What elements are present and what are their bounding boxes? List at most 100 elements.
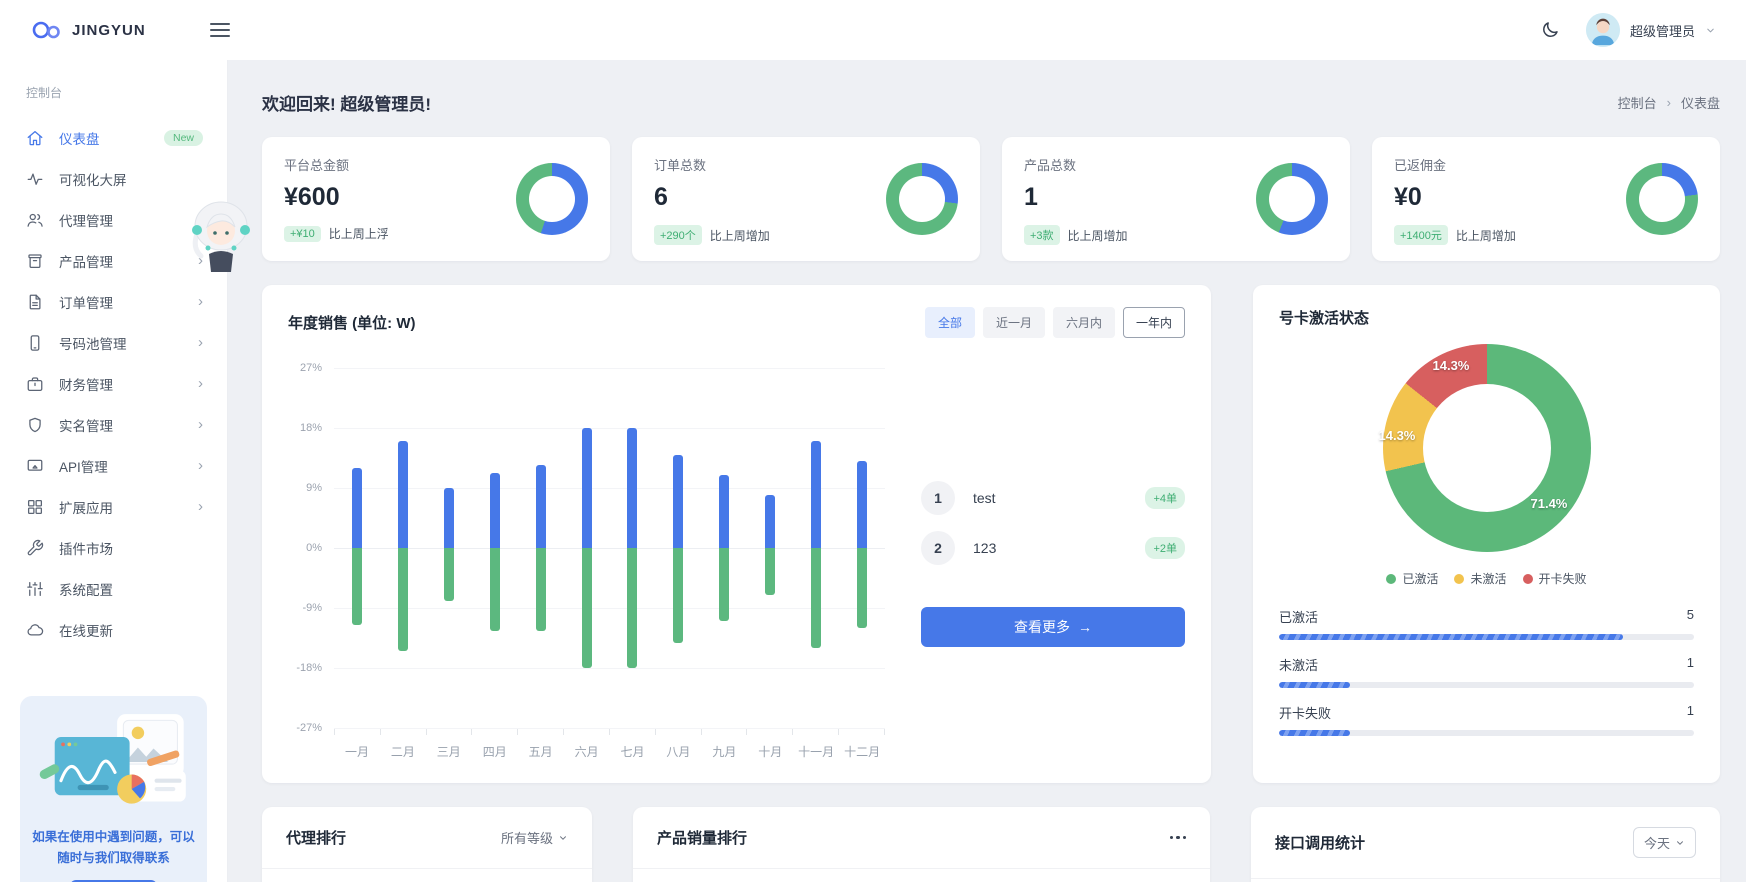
bar-一月 xyxy=(334,368,380,728)
help-card: 如果在使用中遇到问题，可以随时与我们取得联系 在线客服 xyxy=(20,696,207,882)
bar-八月 xyxy=(655,368,701,728)
chevron-down-icon xyxy=(1705,25,1716,36)
rank-row-test[interactable]: 1 test +4单 xyxy=(921,481,1185,515)
bar-九月 xyxy=(701,368,747,728)
hamburger-menu-icon[interactable] xyxy=(210,23,230,37)
top-navbar: JINGYUN 超级管理员 xyxy=(0,0,1746,60)
sidebar-item-在线更新[interactable]: 在线更新 xyxy=(0,609,227,650)
sidebar-section-label: 控制台 xyxy=(0,60,227,117)
sidebar-item-label: 产品管理 xyxy=(59,251,113,271)
api-period-select[interactable]: 今天 xyxy=(1633,827,1696,858)
chevron-down-icon xyxy=(558,833,568,843)
stat-change-badge: +3款 xyxy=(1024,225,1060,245)
sidebar-item-label: 系统配置 xyxy=(59,579,113,599)
rank-orders-badge: +2单 xyxy=(1145,537,1185,559)
monitor-icon xyxy=(26,457,44,475)
main-content: 欢迎回来! 超级管理员! 控制台›仪表盘 平台总金额 ¥600 +¥10 比上周… xyxy=(228,60,1746,882)
chart-plot xyxy=(334,368,885,728)
sidebar-item-API管理[interactable]: API管理› xyxy=(0,445,227,486)
card-agent-ranking: 代理排行 所有等级 W-CARP 惊云官方店铺 xyxy=(262,807,592,882)
stat-change-badge: +1400元 xyxy=(1394,225,1448,245)
bar-六月 xyxy=(564,368,610,728)
breadcrumb-item[interactable]: 控制台 xyxy=(1618,93,1657,112)
product-ranking-title: 产品销量排行 xyxy=(657,827,747,848)
chart-x-axis: 一月二月三月四月五月六月七月八月九月十月十一月十二月 xyxy=(334,735,885,760)
sidebar-item-订单管理[interactable]: 订单管理› xyxy=(0,281,227,322)
api-stats-title: 接口调用统计 xyxy=(1275,832,1365,853)
x-tick-label: 十二月 xyxy=(839,735,885,760)
rank-name: test xyxy=(973,490,1145,506)
brand-name: JINGYUN xyxy=(72,22,146,39)
progress-label: 开卡失败 xyxy=(1279,703,1331,722)
legend-dot-icon xyxy=(1454,574,1464,584)
y-tick-label: 9% xyxy=(306,482,322,494)
sidebar-item-label: 扩展应用 xyxy=(59,497,113,517)
stat-change-badge: +290个 xyxy=(654,225,702,245)
archive-icon xyxy=(26,252,44,270)
sales-ranking: 1 test +4单 2 123 +2单 查看更多 → xyxy=(885,368,1185,760)
sidebar-item-实名管理[interactable]: 实名管理› xyxy=(0,404,227,445)
legend-item-开卡失败[interactable]: 开卡失败 xyxy=(1523,570,1587,587)
new-badge: New xyxy=(164,130,203,146)
agent-level-filter[interactable]: 所有等级 xyxy=(501,828,568,847)
rank-list: 1 test +4单 2 123 +2单 xyxy=(921,481,1185,581)
activation-donut-wrap: 71.4%14.3%14.3% xyxy=(1383,344,1591,552)
sidebar-item-系统配置[interactable]: 系统配置 xyxy=(0,568,227,609)
x-tick-label: 十一月 xyxy=(793,735,839,760)
sidebar-item-扩展应用[interactable]: 扩展应用› xyxy=(0,486,227,527)
sidebar-item-号码池管理[interactable]: 号码池管理› xyxy=(0,322,227,363)
sales-tab-一年内[interactable]: 一年内 xyxy=(1123,307,1185,338)
y-tick-label: 0% xyxy=(306,542,322,554)
bar-四月 xyxy=(472,368,518,728)
bar-三月 xyxy=(426,368,472,728)
sales-tab-近一月[interactable]: 近一月 xyxy=(983,307,1045,338)
legend-item-未激活[interactable]: 未激活 xyxy=(1454,570,1506,587)
progress-bar xyxy=(1279,634,1694,640)
chart-y-axis: 27%18%9%0%-9%-18%-27% xyxy=(288,368,334,728)
agent-row[interactable]: W-CARP 惊云官方店铺 xyxy=(262,869,592,882)
legend-item-已激活[interactable]: 已激活 xyxy=(1386,570,1438,587)
chart-x-ticks xyxy=(334,728,885,735)
sidebar-item-label: 仪表盘 xyxy=(59,128,100,148)
app-root: JINGYUN 超级管理员 xyxy=(0,0,1746,882)
smartphone-icon xyxy=(26,334,44,352)
breadcrumb: 控制台›仪表盘 xyxy=(1618,93,1720,112)
sidebar-item-仪表盘[interactable]: 仪表盘 New xyxy=(0,117,227,158)
arrow-right-icon: → xyxy=(1078,619,1092,635)
dark-mode-toggle[interactable] xyxy=(1540,20,1560,40)
sidebar-item-插件市场[interactable]: 插件市场 xyxy=(0,527,227,568)
chevron-right-icon: › xyxy=(198,335,203,350)
sales-card-title: 年度销售 (单位: W) xyxy=(288,312,415,333)
rank-row-123[interactable]: 2 123 +2单 xyxy=(921,531,1185,565)
donut-legend: 已激活 未激活 开卡失败 xyxy=(1279,570,1694,587)
stat-note: 比上周上浮 xyxy=(329,225,389,242)
breadcrumb-item[interactable]: 仪表盘 xyxy=(1681,93,1720,112)
rank-name: 123 xyxy=(973,540,1145,556)
product-row[interactable]: 80G 移动鲸望卡 点击次数 ★★★★★ xyxy=(633,869,1210,882)
progress-label: 未激活 xyxy=(1279,655,1318,674)
sidebar-item-label: 财务管理 xyxy=(59,374,113,394)
avatar xyxy=(1586,13,1620,47)
x-tick-label: 五月 xyxy=(518,735,564,760)
sliders-icon xyxy=(26,580,44,598)
stat-card-已返佣金: 已返佣金 ¥0 +1400元 比上周增加 xyxy=(1372,137,1720,261)
rank-orders-badge: +4单 xyxy=(1145,487,1185,509)
y-tick-label: -18% xyxy=(296,662,322,674)
user-menu[interactable]: 超级管理员 xyxy=(1586,13,1716,47)
ellipsis-menu-icon[interactable] xyxy=(1170,836,1187,840)
x-tick-label: 七月 xyxy=(610,735,656,760)
moon-icon xyxy=(1540,20,1560,40)
sidebar-item-可视化大屏[interactable]: 可视化大屏 xyxy=(0,158,227,199)
activation-donut-chart xyxy=(1383,344,1591,552)
rank-number: 2 xyxy=(921,531,955,565)
x-tick-label: 六月 xyxy=(564,735,610,760)
progress-value: 1 xyxy=(1687,655,1694,674)
sales-tab-全部[interactable]: 全部 xyxy=(925,307,975,338)
progress-bar xyxy=(1279,730,1694,736)
mascot-character[interactable] xyxy=(184,196,258,286)
progress-label: 已激活 xyxy=(1279,607,1318,626)
sidebar-item-财务管理[interactable]: 财务管理› xyxy=(0,363,227,404)
rank-number: 1 xyxy=(921,481,955,515)
sales-tab-六月内[interactable]: 六月内 xyxy=(1053,307,1115,338)
view-more-button[interactable]: 查看更多 → xyxy=(921,607,1185,647)
